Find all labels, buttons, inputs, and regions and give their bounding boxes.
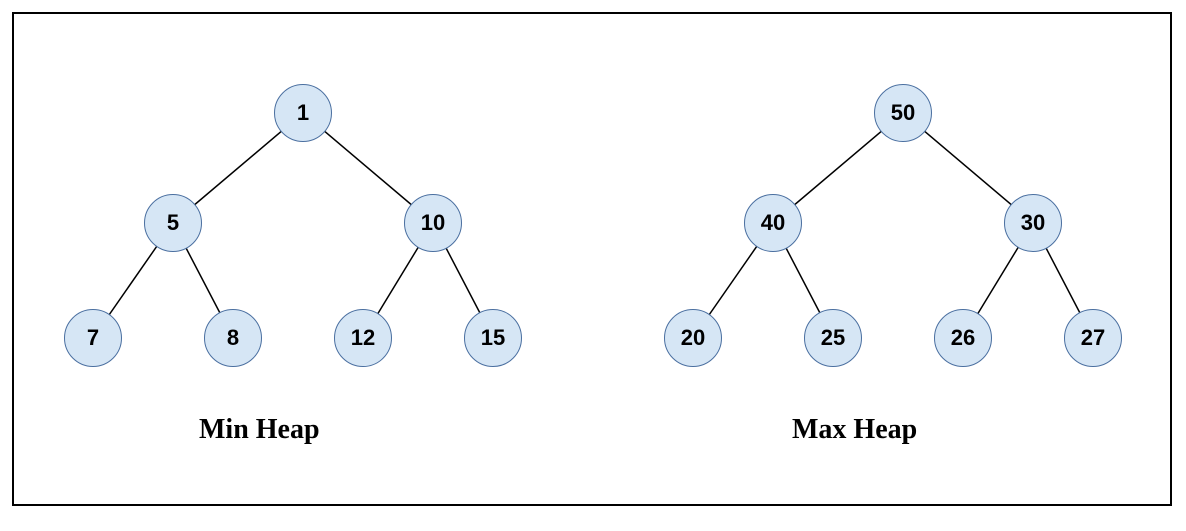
heap-node: 7 xyxy=(64,309,122,367)
node-value: 5 xyxy=(167,210,179,236)
heap-node: 20 xyxy=(664,309,722,367)
heap-node: 30 xyxy=(1004,194,1062,252)
heap-node: 27 xyxy=(1064,309,1122,367)
node-value: 15 xyxy=(481,325,505,351)
heap-node: 50 xyxy=(874,84,932,142)
node-value: 12 xyxy=(351,325,375,351)
node-value: 26 xyxy=(951,325,975,351)
heap-node: 12 xyxy=(334,309,392,367)
max-heap-caption: Max Heap xyxy=(792,414,917,446)
heap-node: 5 xyxy=(144,194,202,252)
node-value: 8 xyxy=(227,325,239,351)
node-value: 7 xyxy=(87,325,99,351)
heap-node: 8 xyxy=(204,309,262,367)
heap-node: 26 xyxy=(934,309,992,367)
node-value: 50 xyxy=(891,100,915,126)
node-value: 20 xyxy=(681,325,705,351)
diagram-frame: 1 5 10 7 8 12 15 50 40 30 20 25 26 27 Mi… xyxy=(12,12,1172,506)
heap-node: 15 xyxy=(464,309,522,367)
heap-node: 1 xyxy=(274,84,332,142)
heap-node: 25 xyxy=(804,309,862,367)
node-value: 40 xyxy=(761,210,785,236)
node-value: 1 xyxy=(297,100,309,126)
node-value: 30 xyxy=(1021,210,1045,236)
node-value: 10 xyxy=(421,210,445,236)
node-value: 25 xyxy=(821,325,845,351)
min-heap-caption: Min Heap xyxy=(199,414,320,446)
node-value: 27 xyxy=(1081,325,1105,351)
heap-node: 10 xyxy=(404,194,462,252)
heap-node: 40 xyxy=(744,194,802,252)
